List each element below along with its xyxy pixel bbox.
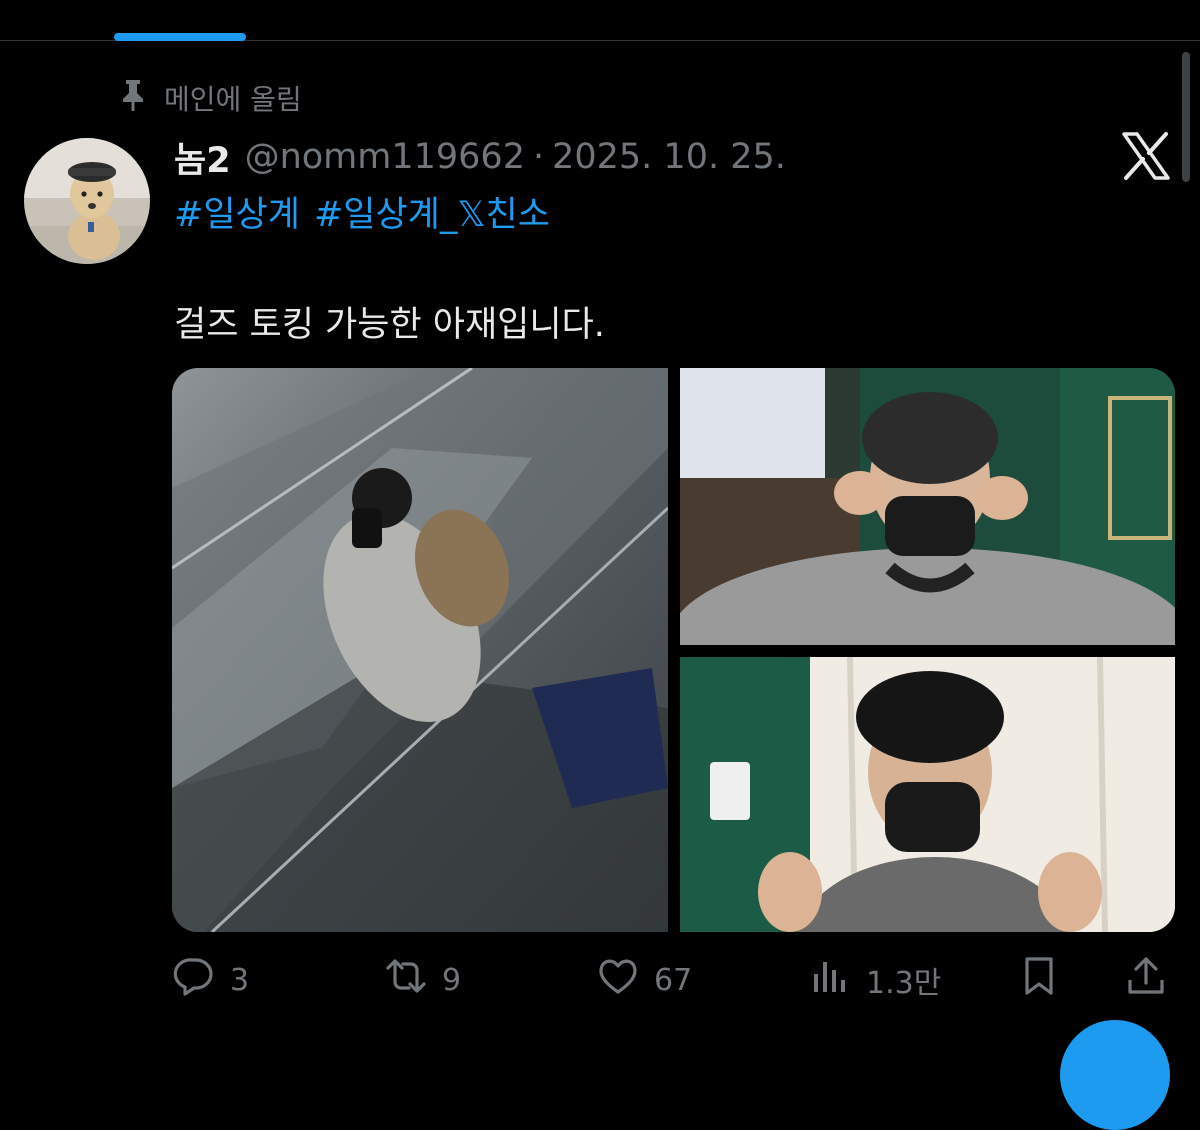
retweet-button[interactable]: 9 [384, 952, 461, 1008]
hashtag-link[interactable]: #일상계_𝕏친소 [314, 195, 550, 235]
action-bar: 3 9 67 1.3만 [172, 952, 1172, 1008]
avatar[interactable] [24, 138, 150, 264]
share-icon [1124, 954, 1168, 1006]
photo-heart-hands[interactable] [680, 368, 1175, 645]
retweet-count: 9 [442, 962, 462, 998]
bar-chart-icon [808, 954, 852, 1006]
media-grid [172, 368, 1175, 932]
display-name[interactable]: 놈2 [174, 132, 231, 183]
reply-icon [172, 954, 216, 1006]
photo-elevator-selfie[interactable] [172, 368, 668, 932]
pin-icon [118, 78, 148, 119]
hashtags: #일상계 #일상계_𝕏친소 [174, 186, 564, 237]
retweet-icon [384, 954, 428, 1006]
tweet-text: 걸즈 토킹 가능한 아재입니다. [174, 305, 605, 345]
tweet-date[interactable]: 2025. 10. 25. [552, 137, 786, 177]
views-button[interactable]: 1.3만 [808, 952, 941, 1008]
heart-icon [596, 954, 640, 1006]
pinned-indicator: 메인에 올림 [118, 78, 302, 119]
x-logo-icon [1120, 130, 1172, 182]
scrollbar[interactable] [1182, 52, 1190, 182]
bookmark-button[interactable] [1017, 952, 1061, 1008]
bookmark-icon [1017, 954, 1061, 1006]
like-button[interactable]: 67 [596, 952, 692, 1008]
compose-fab[interactable] [1060, 1020, 1170, 1130]
pinned-label: 메인에 올림 [164, 83, 302, 116]
active-tab-indicator [114, 33, 246, 41]
separator-dot: · [532, 137, 545, 177]
user-handle[interactable]: @nomm119662 [245, 137, 525, 177]
tweet-header: 놈2 @nomm119662 · 2025. 10. 25. [174, 132, 786, 183]
share-button[interactable] [1124, 952, 1168, 1008]
like-count: 67 [654, 962, 693, 998]
hashtag-link[interactable]: #일상계 [174, 195, 300, 235]
reply-count: 3 [230, 962, 250, 998]
reply-button[interactable]: 3 [172, 952, 249, 1008]
photo-finger-heart[interactable] [680, 657, 1175, 932]
views-count: 1.3만 [866, 966, 942, 1001]
